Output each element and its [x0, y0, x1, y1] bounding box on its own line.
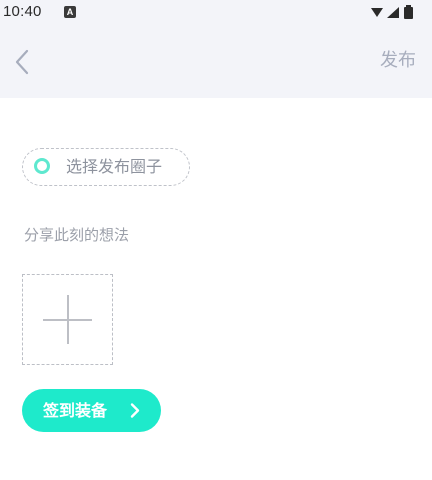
wifi-icon [371, 8, 383, 17]
publish-button[interactable]: 发布 [380, 48, 416, 74]
header-bar: 发布 [0, 26, 432, 98]
status-time: 10:40 [3, 3, 42, 20]
checkin-equipment-label: 签到装备 [43, 401, 108, 420]
plus-icon-vertical [67, 295, 69, 344]
checkin-equipment-button[interactable]: 签到装备 [22, 389, 161, 432]
battery-icon [404, 5, 413, 19]
chevron-left-icon [15, 49, 29, 75]
back-button[interactable] [8, 42, 38, 82]
select-circle-label: 选择发布圈子 [66, 157, 163, 176]
chevron-right-icon [130, 403, 140, 418]
signal-icon [387, 7, 399, 18]
circle-ring-icon [34, 158, 50, 174]
add-image-button[interactable] [22, 274, 113, 365]
notification-icon: A [64, 6, 76, 18]
thoughts-input[interactable]: 分享此刻的想法 [24, 224, 404, 246]
status-icons [371, 5, 413, 19]
select-circle-button[interactable]: 选择发布圈子 [22, 148, 190, 186]
status-bar: 10:40 A [0, 0, 432, 26]
